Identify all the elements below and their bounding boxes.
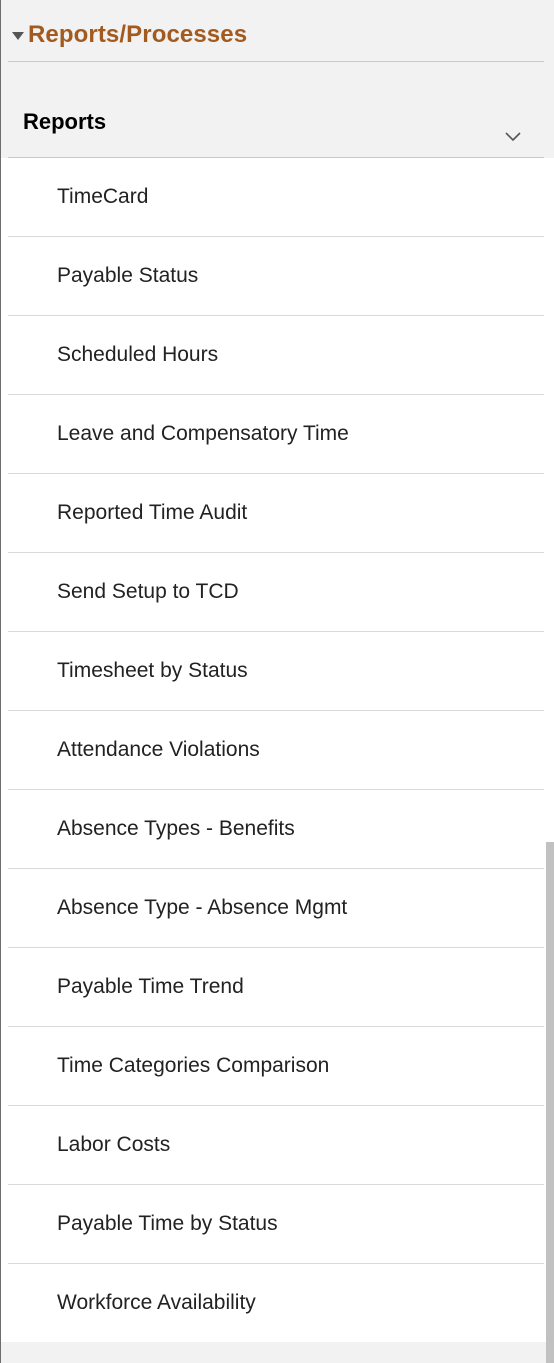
report-item[interactable]: Leave and Compensatory Time [8,395,544,474]
report-item-label[interactable]: Time Categories Comparison [57,1027,329,1105]
report-item-label[interactable]: Payable Status [57,237,198,315]
report-item[interactable]: Payable Status [8,237,544,316]
report-item-label[interactable]: Reported Time Audit [57,474,247,552]
report-item-label[interactable]: Scheduled Hours [57,316,218,394]
report-item-label[interactable]: Absence Types - Benefits [57,790,295,868]
report-item-label[interactable]: Payable Time by Status [57,1185,278,1263]
panel-footer [1,1342,554,1363]
reports-processes-panel: Reports/Processes Reports TimeCard Payabl… [0,0,554,1363]
report-item[interactable]: Payable Time Trend [8,948,544,1027]
report-item[interactable]: Attendance Violations [8,711,544,790]
report-list: TimeCard Payable Status Scheduled Hours Lea… [8,158,544,1342]
report-item-label[interactable]: Labor Costs [57,1106,170,1184]
report-item-label[interactable]: Workforce Availability [57,1264,256,1342]
scrollbar-thumb[interactable] [546,842,554,1363]
reports-group-header[interactable]: Reports [1,62,554,158]
report-item[interactable]: Timesheet by Status [8,632,544,711]
report-item-label[interactable]: Payable Time Trend [57,948,244,1026]
report-item-label[interactable]: TimeCard [57,158,148,236]
reports-group-title[interactable]: Reports [23,109,106,135]
report-item[interactable]: Time Categories Comparison [8,1027,544,1106]
report-item-label[interactable]: Timesheet by Status [57,632,248,710]
report-item-label[interactable]: Send Setup to TCD [57,553,239,631]
report-item[interactable]: Absence Type - Absence Mgmt [8,869,544,948]
report-item-label[interactable]: Absence Type - Absence Mgmt [57,869,347,947]
report-item[interactable]: Workforce Availability [8,1264,544,1342]
report-item[interactable]: Labor Costs [8,1106,544,1185]
section-title[interactable]: Reports/Processes [28,21,247,49]
report-item[interactable]: Reported Time Audit [8,474,544,553]
triangle-down-icon[interactable] [12,31,24,40]
report-item[interactable]: Payable Time by Status [8,1185,544,1264]
report-item-label[interactable]: Leave and Compensatory Time [57,395,349,473]
report-item[interactable]: Send Setup to TCD [8,553,544,632]
section-header[interactable]: Reports/Processes [1,0,554,62]
chevron-down-icon[interactable] [505,132,521,142]
report-item[interactable]: Absence Types - Benefits [8,790,544,869]
panel-left-border [0,0,1,1363]
section-header-toggle[interactable]: Reports/Processes [12,21,247,49]
report-item[interactable]: TimeCard [8,158,544,237]
report-item-label[interactable]: Attendance Violations [57,711,260,789]
report-item[interactable]: Scheduled Hours [8,316,544,395]
